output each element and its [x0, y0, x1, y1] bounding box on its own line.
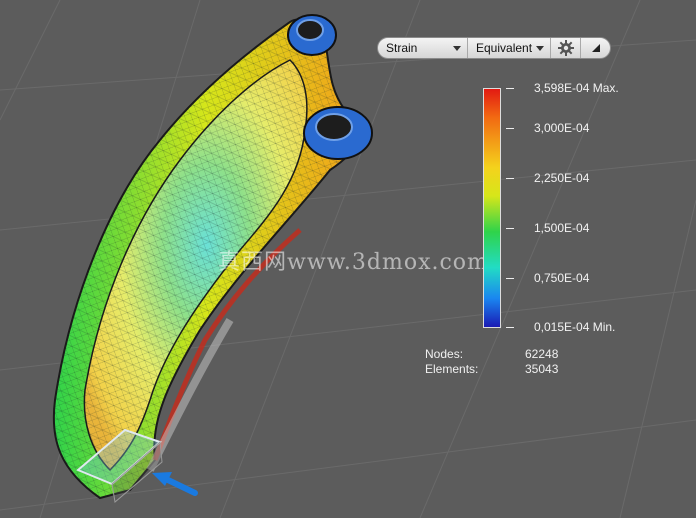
scale-min-label: 0,015E-04 Min. [534, 320, 616, 334]
component-label: Equivalent [476, 41, 533, 55]
bolt-boss-middle [303, 106, 373, 160]
triangle-icon [591, 44, 600, 52]
scale-tick [506, 327, 514, 328]
elements-value: 35043 [525, 362, 559, 376]
result-type-label: Strain [386, 41, 418, 55]
component-dropdown[interactable]: Equivalent [468, 38, 551, 58]
result-type-dropdown[interactable]: Strain [378, 38, 468, 58]
scale-max-label: 3,598E-04 Max. [534, 81, 619, 95]
result-toolbar: Strain Equivalent [377, 37, 611, 59]
chevron-down-icon [453, 45, 461, 51]
scale-tick [506, 88, 514, 89]
scale-tick [506, 228, 514, 229]
collapse-button[interactable] [581, 38, 610, 58]
color-scale-bar [483, 88, 501, 328]
scale-tick [506, 278, 514, 279]
scale-tick-label: 2,250E-04 [534, 171, 590, 185]
scale-tick-label: 0,750E-04 [534, 271, 590, 285]
watermark-text: 真西网www.3dmox.com [218, 250, 489, 275]
gear-icon [557, 40, 574, 56]
nodes-label: Nodes: [425, 347, 464, 361]
elements-label: Elements: [425, 362, 479, 376]
scale-tick-label: 1,500E-04 [534, 221, 590, 235]
settings-button[interactable] [551, 38, 581, 58]
scale-tick [506, 128, 514, 129]
bolt-boss-top [287, 14, 337, 56]
scale-tick-label: 3,000E-04 [534, 121, 590, 135]
nodes-value: 62248 [525, 347, 559, 361]
chevron-down-icon [536, 45, 544, 51]
scale-tick [506, 178, 514, 179]
